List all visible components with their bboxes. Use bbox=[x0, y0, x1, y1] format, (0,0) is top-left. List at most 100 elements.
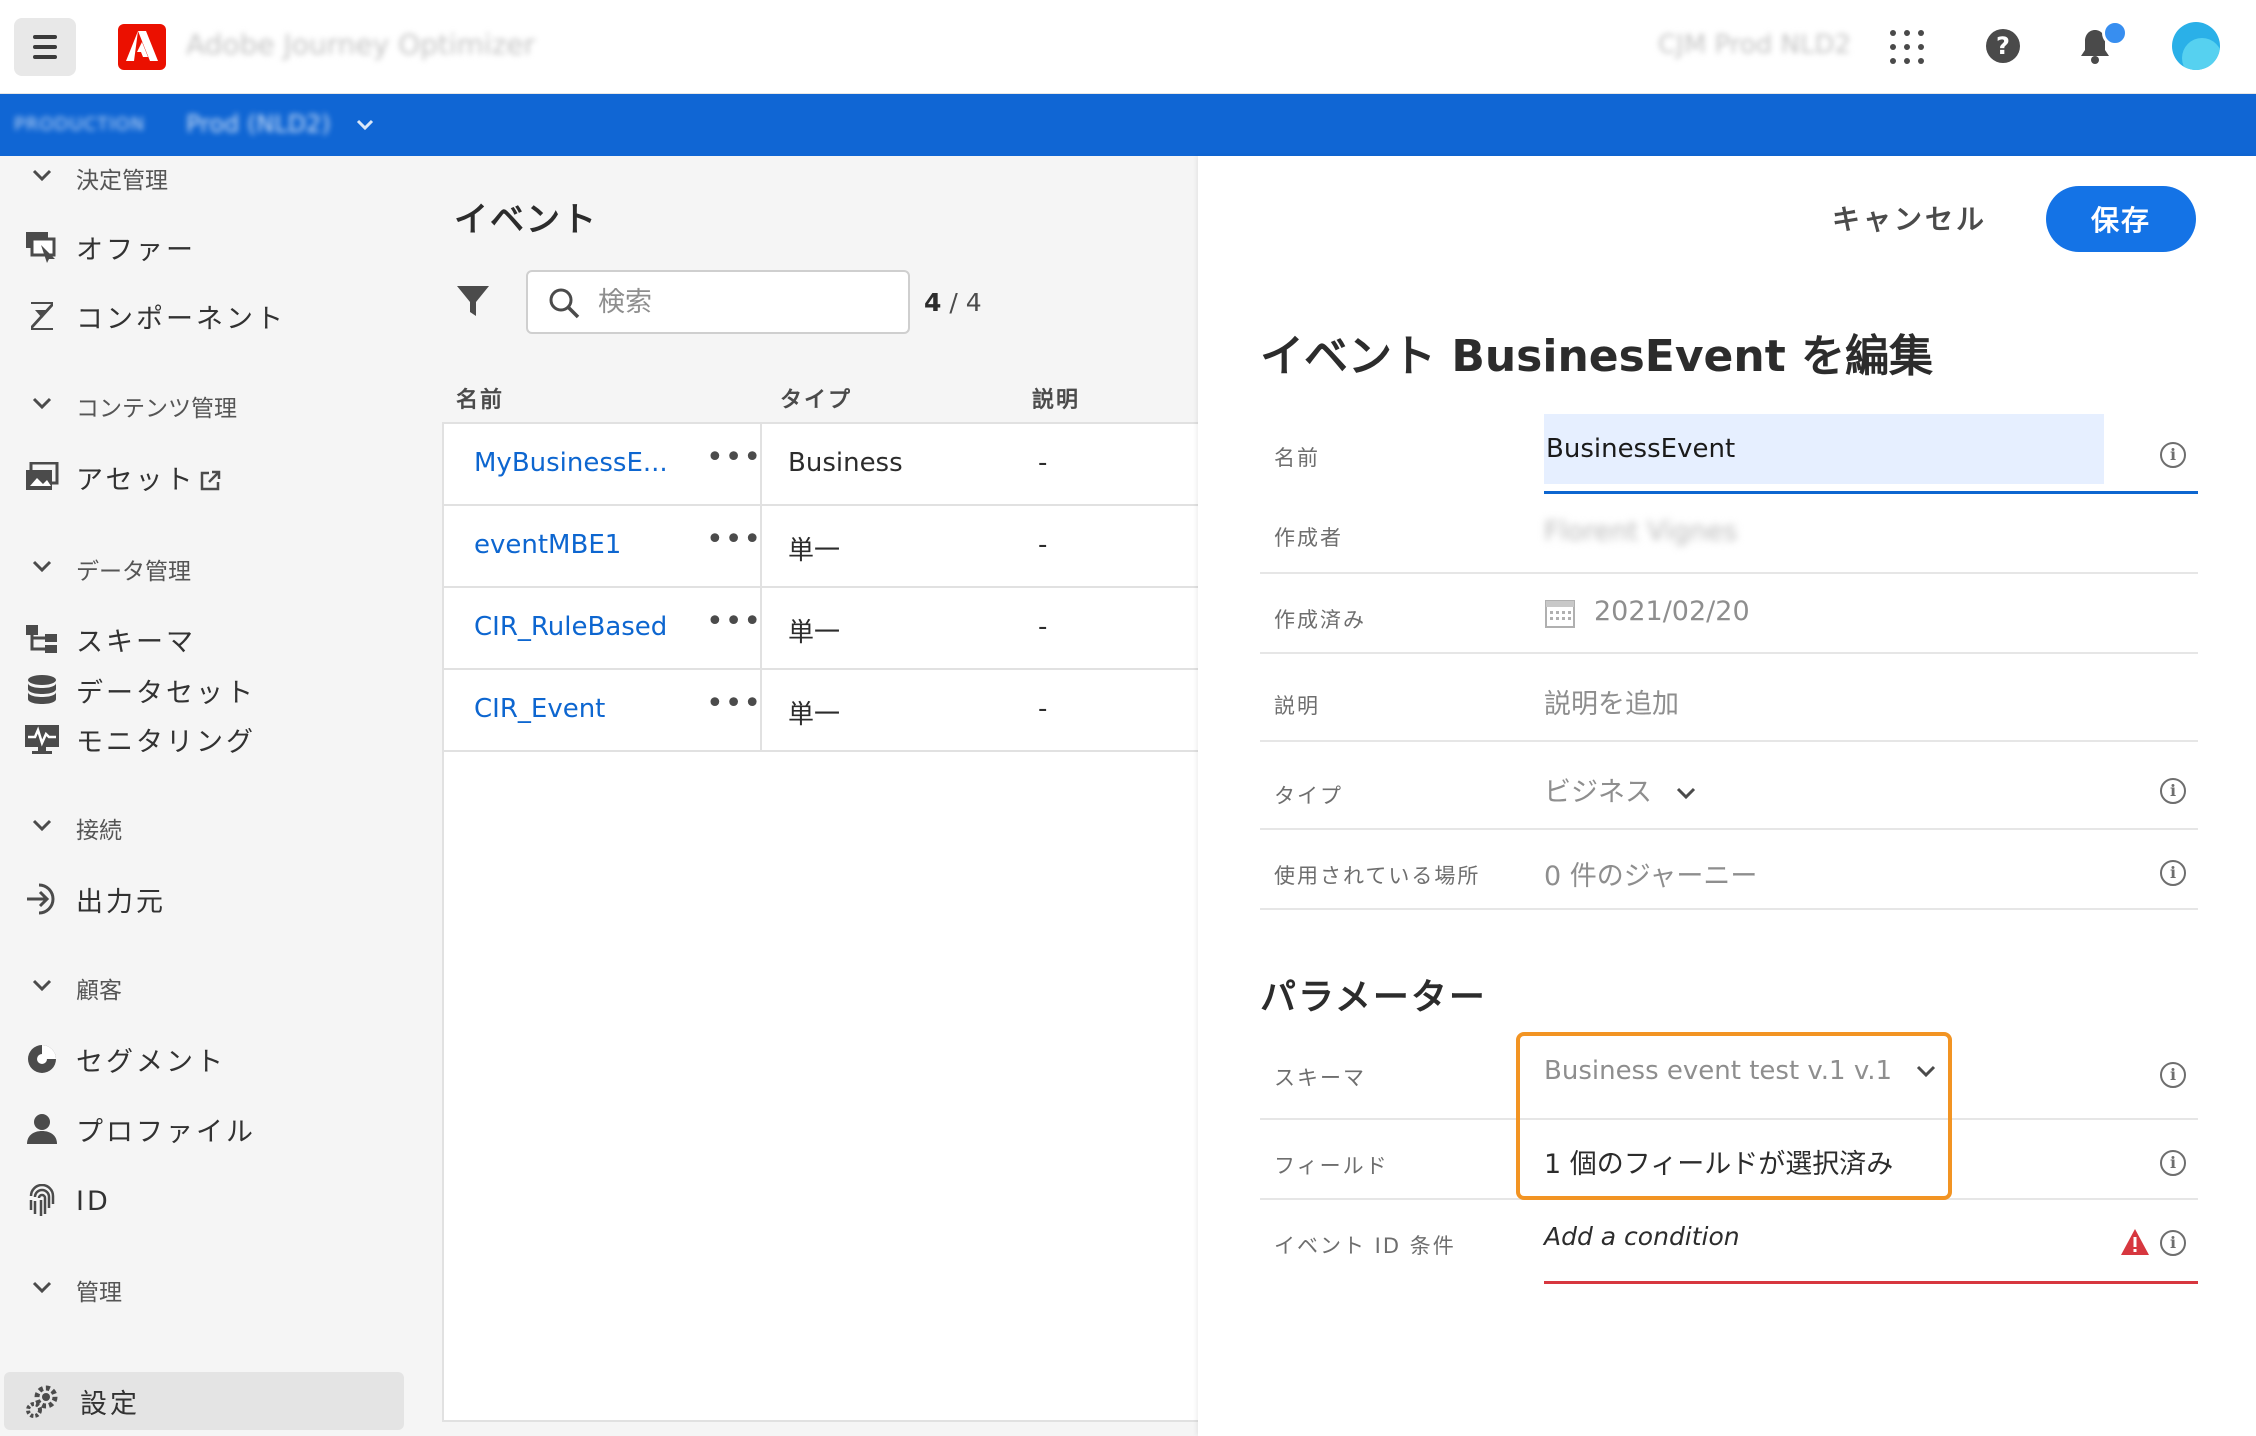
used-in-row: 使用されている場所 0 件のジャーニー i bbox=[1260, 830, 2198, 910]
created-row: 作成済み 2021/02/20 bbox=[1260, 574, 2198, 654]
org-switcher[interactable]: CJM Prod NLD2 bbox=[1658, 30, 1851, 60]
event-id-condition-row: イベント ID 条件 Add a condition i bbox=[1260, 1200, 2198, 1284]
table-row[interactable]: CIR_Event ••• 単一 - bbox=[444, 670, 1198, 752]
schema-dropdown[interactable]: Business event test v.1 v.1 bbox=[1544, 1056, 1936, 1086]
asset-icon bbox=[24, 459, 60, 495]
source-icon bbox=[24, 881, 60, 917]
sidebar-item-schemas[interactable]: スキーマ bbox=[0, 610, 424, 668]
search-icon bbox=[548, 287, 580, 323]
alert-icon bbox=[2120, 1228, 2150, 1260]
more-actions-icon[interactable]: ••• bbox=[706, 604, 762, 639]
event-description: - bbox=[1038, 448, 1048, 478]
info-icon[interactable]: i bbox=[2160, 442, 2186, 468]
sidebar-section-decision-management[interactable]: 決定管理 bbox=[0, 158, 424, 198]
event-type: 単一 bbox=[788, 700, 841, 730]
table-header: 名前 タイプ 説明 bbox=[442, 364, 1198, 422]
gear-icon bbox=[24, 1383, 60, 1419]
name-input[interactable] bbox=[1544, 414, 2104, 484]
more-actions-icon[interactable]: ••• bbox=[706, 522, 762, 557]
search-field[interactable] bbox=[526, 270, 910, 334]
event-type: 単一 bbox=[788, 618, 841, 648]
result-count: 4 / 4 bbox=[924, 288, 982, 317]
help-icon[interactable]: ? bbox=[1986, 29, 2020, 63]
app-switcher-icon[interactable] bbox=[1890, 30, 1924, 64]
created-date: 2021/02/20 bbox=[1594, 596, 1750, 627]
fields-row: フィールド 1 個のフィールドが選択済み i bbox=[1260, 1120, 2198, 1200]
offer-icon bbox=[24, 229, 60, 265]
chevron-down-icon bbox=[1676, 787, 1696, 799]
chevron-down-icon bbox=[1916, 1065, 1936, 1077]
sidebar-item-components[interactable]: コンポーネント bbox=[0, 287, 424, 345]
table-body: MyBusinessE... ••• Business - eventMBE1 … bbox=[442, 422, 1198, 1422]
schema-icon bbox=[24, 621, 60, 657]
fingerprint-icon bbox=[24, 1183, 60, 1219]
menu-toggle-button[interactable] bbox=[14, 18, 76, 76]
event-name-link[interactable]: eventMBE1 bbox=[474, 530, 621, 560]
column-header-type[interactable]: タイプ bbox=[780, 382, 852, 414]
sidebar-section-connections[interactable]: 接続 bbox=[0, 808, 424, 848]
column-header-name[interactable]: 名前 bbox=[456, 382, 504, 414]
event-name-link[interactable]: CIR_Event bbox=[474, 694, 605, 724]
sidebar-item-settings[interactable]: 設定 bbox=[4, 1372, 404, 1430]
hamburger-icon bbox=[33, 35, 57, 39]
edit-title: イベント BusinesEvent を編集 bbox=[1260, 331, 1934, 382]
more-actions-icon[interactable]: ••• bbox=[706, 686, 762, 721]
chevron-down-icon bbox=[32, 818, 52, 837]
table-row[interactable]: CIR_RuleBased ••• 単一 - bbox=[444, 588, 1198, 670]
search-input[interactable] bbox=[598, 284, 888, 320]
parameters-title: パラメーター bbox=[1260, 977, 1487, 1018]
sidebar-section-data-management[interactable]: データ管理 bbox=[0, 549, 424, 589]
filter-icon[interactable] bbox=[456, 284, 490, 322]
table-row[interactable]: MyBusinessE... ••• Business - bbox=[444, 424, 1198, 506]
dataset-icon bbox=[24, 672, 60, 708]
event-type: Business bbox=[788, 448, 903, 478]
type-dropdown[interactable]: ビジネス bbox=[1544, 770, 1696, 809]
sidebar-item-identities[interactable]: ID bbox=[0, 1172, 424, 1230]
edit-event-panel: キャンセル 保存 イベント BusinesEvent を編集 名前 i 作成者 … bbox=[1198, 156, 2256, 1436]
description-row: 説明 説明を追加 bbox=[1260, 654, 2198, 742]
chevron-down-icon[interactable] bbox=[356, 116, 374, 135]
monitoring-icon bbox=[24, 721, 60, 757]
sidebar-item-assets[interactable]: アセット bbox=[0, 448, 424, 506]
info-icon[interactable]: i bbox=[2160, 860, 2186, 886]
event-name-link[interactable]: CIR_RuleBased bbox=[474, 612, 667, 642]
events-list-panel: イベント 4 / 4 名前 タイプ 説明 MyBusinessE... ••• … bbox=[424, 156, 1198, 1436]
sidebar-section-content-management[interactable]: コンテンツ管理 bbox=[0, 386, 424, 426]
sidebar-item-offers[interactable]: オファー bbox=[0, 218, 424, 276]
event-description: - bbox=[1038, 694, 1048, 724]
sidebar-item-sources[interactable]: 出力元 bbox=[0, 870, 424, 928]
sidebar-item-profiles[interactable]: プロファイル bbox=[0, 1100, 424, 1158]
sidebar-section-customers[interactable]: 顧客 bbox=[0, 968, 424, 1008]
sidebar-item-monitoring[interactable]: モニタリング bbox=[0, 710, 424, 768]
event-name-link[interactable]: MyBusinessE... bbox=[474, 448, 668, 478]
add-condition-field[interactable]: Add a condition bbox=[1544, 1222, 1740, 1251]
table-row[interactable]: eventMBE1 ••• 単一 - bbox=[444, 506, 1198, 588]
more-actions-icon[interactable]: ••• bbox=[706, 440, 762, 475]
creator-value: Florent Vignes bbox=[1544, 516, 1738, 547]
used-in-value[interactable]: 0 件のジャーニー bbox=[1544, 854, 1757, 893]
sidebar-section-administration[interactable]: 管理 bbox=[0, 1270, 424, 1310]
info-icon[interactable]: i bbox=[2160, 1150, 2186, 1176]
info-icon[interactable]: i bbox=[2160, 1062, 2186, 1088]
schema-row: スキーマ Business event test v.1 v.1 i bbox=[1260, 1032, 2198, 1120]
name-row: 名前 i bbox=[1260, 414, 2198, 494]
adobe-logo-icon[interactable] bbox=[118, 24, 166, 70]
info-icon[interactable]: i bbox=[2160, 1230, 2186, 1256]
event-description: - bbox=[1038, 612, 1048, 642]
component-icon bbox=[24, 298, 60, 334]
cancel-button[interactable]: キャンセル bbox=[1832, 198, 1987, 238]
save-button[interactable]: 保存 bbox=[2046, 186, 2196, 252]
events-table: 名前 タイプ 説明 MyBusinessE... ••• Business - … bbox=[442, 364, 1198, 1436]
calendar-icon bbox=[1545, 599, 1575, 628]
user-avatar[interactable] bbox=[2172, 22, 2220, 70]
info-icon[interactable]: i bbox=[2160, 778, 2186, 804]
chevron-down-icon bbox=[32, 396, 52, 415]
fields-selector[interactable]: 1 個のフィールドが選択済み bbox=[1544, 1142, 1893, 1181]
column-header-description[interactable]: 説明 bbox=[1032, 382, 1080, 414]
chevron-down-icon bbox=[32, 978, 52, 997]
chevron-down-icon bbox=[32, 1280, 52, 1299]
sandbox-switcher[interactable]: Prod (NLD2) bbox=[186, 110, 331, 138]
description-field[interactable]: 説明を追加 bbox=[1544, 682, 1679, 721]
env-label: PRODUCTION bbox=[14, 114, 146, 135]
sidebar-item-segments[interactable]: セグメント bbox=[0, 1030, 424, 1088]
